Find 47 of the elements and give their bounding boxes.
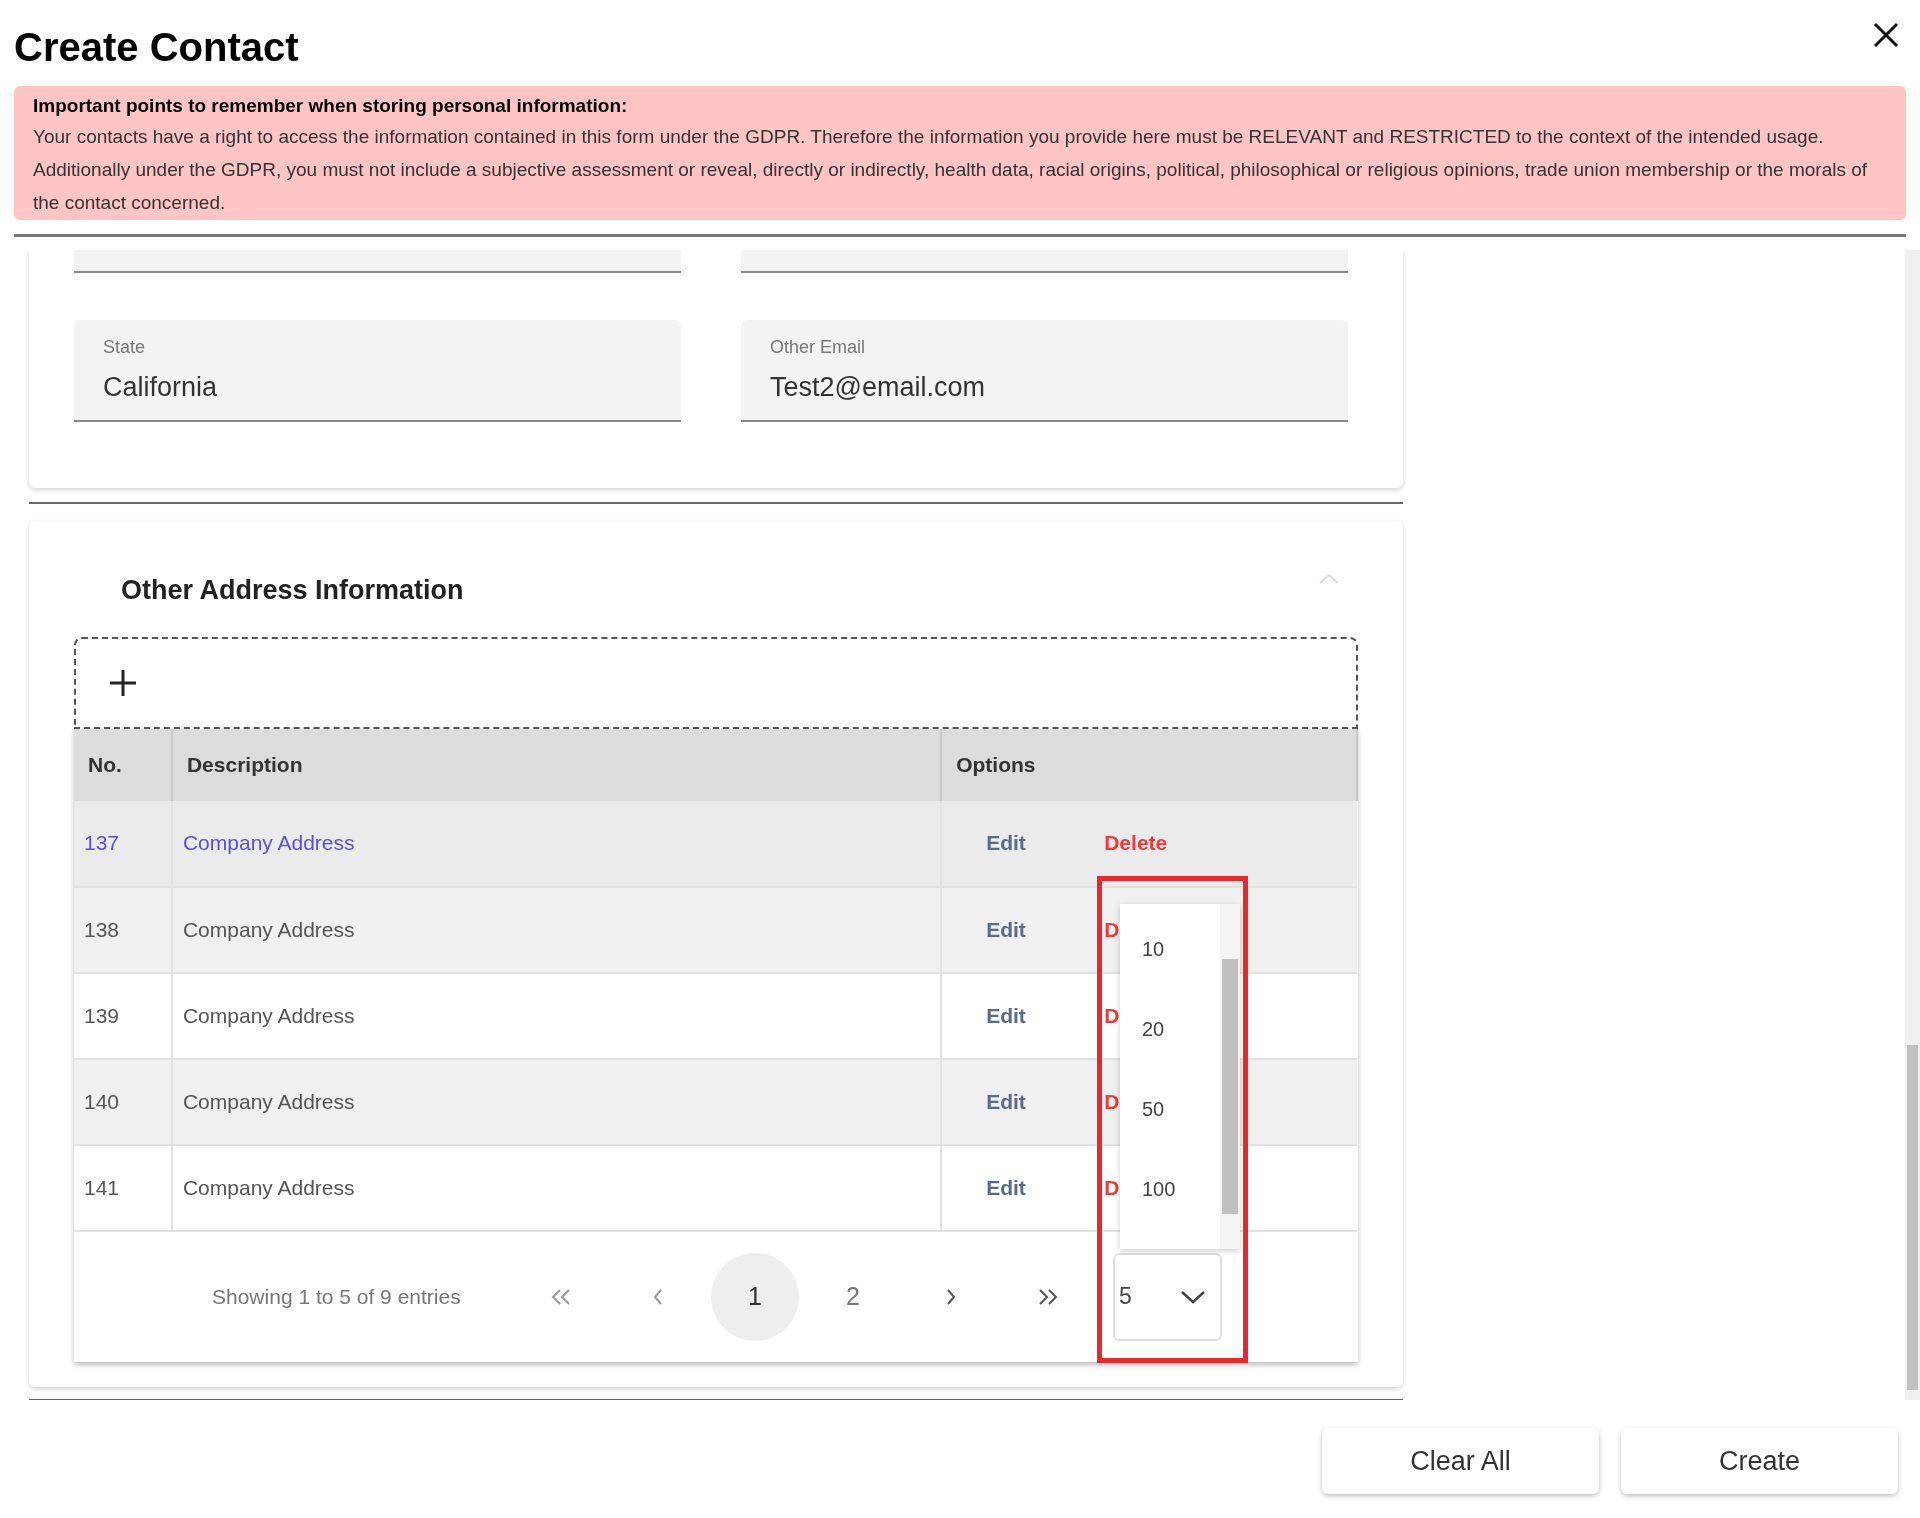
menu-option[interactable]: 20	[1120, 988, 1220, 1069]
menu-scrollbar[interactable]	[1220, 903, 1240, 1249]
menu-option[interactable]: 100	[1120, 1148, 1220, 1229]
table-cell[interactable]: Company Address	[171, 972, 942, 1059]
input-field[interactable]	[741, 250, 1348, 273]
table-cell[interactable]: Company Address	[171, 886, 942, 973]
page-size-select[interactable]: 5	[1113, 1252, 1222, 1341]
edit-link[interactable]: Edit	[986, 913, 1105, 946]
plus-icon	[108, 667, 138, 698]
table-cell[interactable]: 141	[74, 1144, 172, 1231]
table-cell[interactable]: Company Address	[171, 1144, 942, 1231]
section-title: Other Address Information	[121, 574, 464, 608]
dialog-button[interactable]: Clear All	[1322, 1428, 1599, 1494]
page-scrollbar[interactable]	[1905, 250, 1920, 1400]
entries-summary: Showing 1 to 5 of 9 entries	[212, 1283, 462, 1310]
delete-link[interactable]: D	[1104, 1171, 1120, 1204]
input-field[interactable]	[74, 250, 681, 273]
delete-link[interactable]: D	[1104, 1085, 1120, 1118]
menu-option[interactable]: 10	[1120, 908, 1220, 989]
chevron-up-icon[interactable]	[1318, 572, 1340, 585]
edit-link[interactable]: Edit	[986, 1085, 1105, 1118]
input-field[interactable]: Other Email Test2@email.com	[741, 320, 1348, 422]
last-page-icon	[1036, 1287, 1059, 1306]
edit-link[interactable]: Edit	[986, 999, 1105, 1032]
table-cell[interactable]: 138	[74, 886, 172, 973]
menu-option[interactable]: 50	[1120, 1068, 1220, 1149]
delete-link[interactable]: D	[1104, 913, 1120, 946]
delete-link[interactable]: D	[1104, 999, 1120, 1032]
previous-page-icon	[651, 1287, 664, 1306]
edit-link[interactable]: Edit	[986, 1171, 1105, 1204]
page-button[interactable]: 2	[809, 1252, 897, 1341]
edit-link[interactable]: Edit	[986, 827, 1105, 859]
dialog-button[interactable]: Create	[1621, 1428, 1898, 1494]
chevron-down-icon	[1180, 1289, 1206, 1304]
table-cell[interactable]: 137	[74, 800, 172, 887]
notice-text: Your contacts have a right to access the information contained in this form under the GDPR. Therefore the information you provide here must be RELEVANT and RESTRICTED to the context of the intended usage. Additionally under the GDPR, you must not include a subjective assessment or reveal, directly or indirectly, health data, racial origins, political, philosophical or religious opinions, trade union membership or the morals of the contact concerned.	[33, 125, 1869, 215]
first-page-icon	[549, 1287, 572, 1306]
input-field[interactable]: State California	[74, 320, 681, 422]
next-page-icon	[944, 1287, 957, 1306]
table-cell[interactable]: 140	[74, 1058, 172, 1145]
dialog-title: Create Contact	[14, 24, 299, 71]
notice-heading: Important points to remember when storing personal information:	[33, 94, 629, 118]
close-icon[interactable]	[1872, 21, 1900, 49]
table-cell[interactable]: 139	[74, 972, 172, 1059]
table-cell[interactable]: Company Address	[171, 1058, 942, 1145]
page-button[interactable]: 1	[711, 1252, 799, 1341]
table-cell[interactable]: Company Address	[171, 800, 942, 887]
